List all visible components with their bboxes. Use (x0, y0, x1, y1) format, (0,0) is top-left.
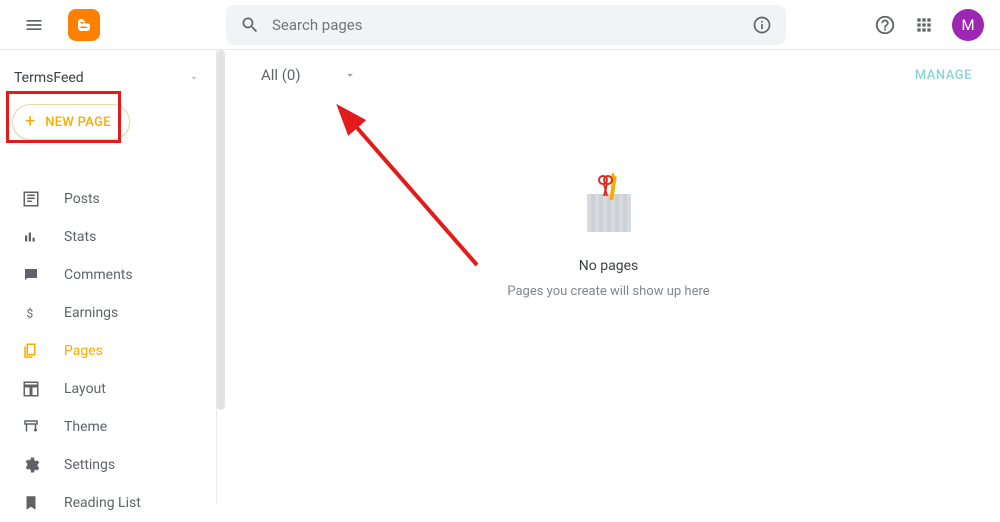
main-area: All (0) MANAGE No pages Pages you create… (217, 50, 1000, 503)
search-input[interactable] (272, 16, 740, 34)
blogger-logo[interactable] (68, 9, 100, 41)
sidebar-item-settings[interactable]: Settings (0, 446, 216, 484)
empty-title: No pages (579, 258, 638, 274)
filter-dropdown[interactable]: All (0) (261, 66, 357, 84)
sidebar: TermsFeed + NEW PAGE Posts Stats Comments $… (0, 50, 217, 503)
settings-icon (22, 456, 42, 474)
sidebar-item-layout[interactable]: Layout (0, 370, 216, 408)
empty-subtitle: Pages you create will show up here (507, 284, 709, 299)
sidebar-item-label: Reading List (64, 495, 141, 511)
search-icon (240, 15, 260, 35)
sidebar-item-reading[interactable]: Reading List (0, 484, 216, 522)
plus-icon: + (25, 113, 35, 131)
chevron-down-icon (188, 72, 200, 84)
sidebar-item-label: Stats (64, 229, 96, 245)
stats-icon (22, 228, 42, 246)
apps-icon[interactable] (914, 15, 934, 35)
sidebar-item-stats[interactable]: Stats (0, 218, 216, 256)
new-page-label: NEW PAGE (45, 115, 111, 130)
earnings-icon: $ (22, 304, 42, 322)
sidebar-item-pages[interactable]: Pages (0, 332, 216, 370)
comments-icon (22, 266, 42, 284)
empty-state: No pages Pages you create will show up h… (217, 180, 1000, 299)
layout-icon (22, 380, 42, 398)
svg-text:$: $ (27, 307, 34, 321)
sidebar-item-earnings[interactable]: $ Earnings (0, 294, 216, 332)
blog-selector[interactable]: TermsFeed (0, 64, 216, 104)
scrollbar[interactable] (217, 50, 225, 410)
app-header: M (0, 0, 1000, 50)
body: TermsFeed + NEW PAGE Posts Stats Comments $… (0, 50, 1000, 503)
new-page-button[interactable]: + NEW PAGE (12, 104, 130, 140)
nav-list: Posts Stats Comments $ Earnings Pages Layout Th… (0, 180, 216, 522)
header-right: M (874, 9, 984, 41)
sidebar-item-label: Layout (64, 381, 106, 397)
main-header: All (0) MANAGE (217, 50, 1000, 100)
filter-label: All (0) (261, 66, 301, 84)
sidebar-item-label: Theme (64, 419, 107, 435)
blog-name: TermsFeed (14, 70, 84, 86)
sidebar-item-label: Posts (64, 191, 100, 207)
chevron-down-icon (343, 68, 357, 82)
sidebar-item-label: Comments (64, 267, 133, 283)
avatar[interactable]: M (952, 9, 984, 41)
info-icon[interactable] (752, 15, 772, 35)
theme-icon (22, 418, 42, 436)
help-icon[interactable] (874, 14, 896, 36)
sidebar-item-comments[interactable]: Comments (0, 256, 216, 294)
cup-illustration (587, 180, 631, 232)
sidebar-item-label: Earnings (64, 305, 118, 321)
sidebar-item-label: Pages (64, 343, 103, 359)
reading-icon (22, 494, 42, 512)
sidebar-item-label: Settings (64, 457, 115, 473)
pages-icon (22, 342, 42, 360)
sidebar-item-theme[interactable]: Theme (0, 408, 216, 446)
menu-icon[interactable] (16, 7, 52, 43)
posts-icon (22, 190, 42, 208)
manage-button[interactable]: MANAGE (915, 68, 972, 83)
sidebar-item-posts[interactable]: Posts (0, 180, 216, 218)
search-bar[interactable] (226, 5, 786, 45)
